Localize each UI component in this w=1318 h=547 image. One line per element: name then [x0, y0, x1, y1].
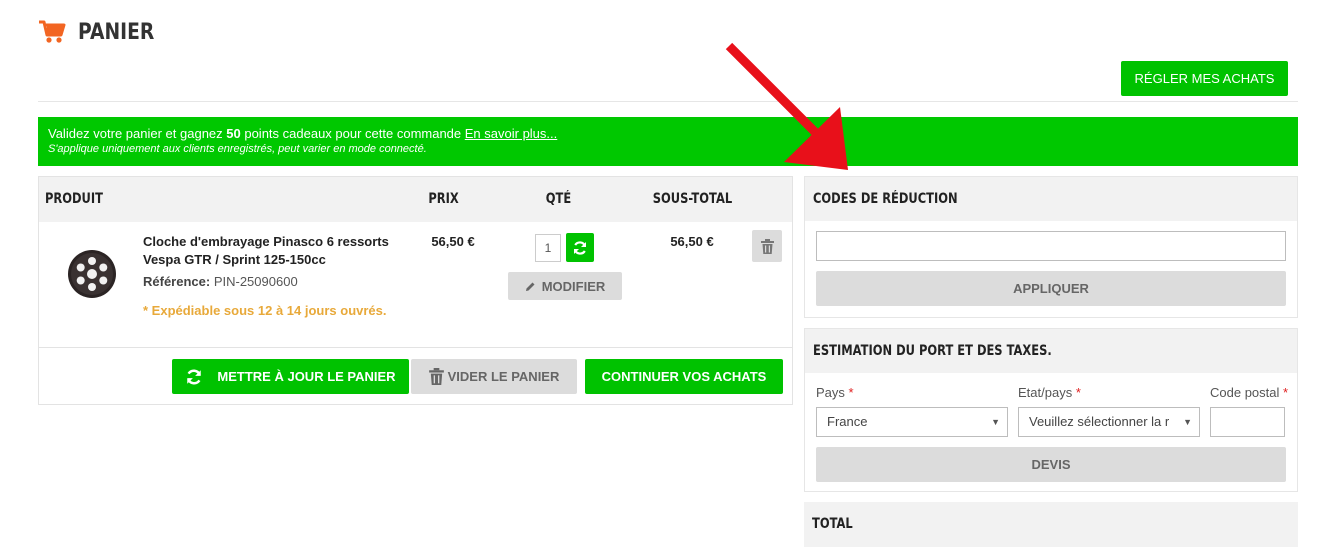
promo-note: S'applique uniquement aux clients enregi… — [48, 143, 427, 155]
required-mark: * — [1283, 385, 1289, 400]
remove-item-button[interactable] — [752, 230, 782, 262]
region-select[interactable]: Veuillez sélectionner la r ▼ — [1018, 407, 1200, 437]
qty-refresh-button[interactable] — [566, 233, 594, 262]
col-qty: QTÉ — [546, 191, 572, 207]
product-reference: Référence: PIN-25090600 — [143, 274, 298, 289]
country-label: Pays * — [816, 385, 854, 400]
required-mark: * — [1075, 385, 1081, 400]
refresh-icon — [573, 240, 587, 255]
trash-icon — [760, 238, 774, 254]
reference-label: Référence: — [143, 274, 211, 289]
promo-banner: Validez votre panier et gagnez 50 points… — [38, 117, 1298, 166]
checkout-button[interactable]: RÉGLER MES ACHATS — [1121, 61, 1288, 96]
line-subtotal: 56,50 € — [670, 234, 714, 249]
page-title: PANIER — [78, 19, 155, 45]
page-header: PANIER — [38, 16, 168, 48]
modify-button[interactable]: MODIFIER — [508, 272, 622, 300]
reference-value: PIN-25090600 — [213, 274, 298, 289]
promo-text: Validez votre panier et gagnez — [48, 126, 227, 141]
required-mark: * — [848, 385, 854, 400]
apply-coupon-button[interactable]: APPLIQUER — [816, 271, 1286, 306]
pencil-icon — [525, 282, 535, 291]
zip-label: Code postal * — [1210, 385, 1289, 400]
region-label: Etat/pays * — [1018, 385, 1081, 400]
modify-label: MODIFIER — [541, 278, 606, 294]
promo-text-after: points cadeaux pour cette commande — [240, 126, 465, 141]
divider — [38, 101, 1298, 102]
learn-more-link[interactable]: En savoir plus... — [465, 126, 558, 141]
product-name[interactable]: Cloche d'embrayage Pinasco 6 ressorts Ve… — [143, 233, 413, 269]
cart-table: PRODUIT PRIX QTÉ SOUS-TOTAL Cloche d'emb… — [38, 176, 793, 405]
country-select[interactable]: France ▼ — [816, 407, 1008, 437]
product-thumbnail[interactable] — [59, 241, 125, 307]
cart-header: PRODUIT PRIX QTÉ SOUS-TOTAL — [39, 177, 792, 222]
unit-price: 56,50 € — [431, 234, 475, 249]
divider — [39, 347, 792, 348]
col-price: PRIX — [428, 191, 460, 207]
coupon-panel: CODES DE RÉDUCTION APPLIQUER — [804, 176, 1298, 318]
cart-icon — [39, 20, 66, 43]
col-subtotal: SOUS-TOTAL — [652, 191, 732, 207]
region-value: Veuillez sélectionner la r — [1029, 414, 1170, 429]
empty-cart-button[interactable]: VIDER LE PANIER — [411, 359, 577, 394]
shipping-title: ESTIMATION DU PORT ET DES TAXES. — [805, 329, 1297, 373]
coupon-code-input[interactable] — [816, 231, 1286, 261]
quantity-input[interactable]: 1 — [535, 234, 561, 262]
totals-title: TOTAL — [804, 502, 1298, 547]
dropdown-caret-icon: ▼ — [991, 417, 1000, 427]
col-product: PRODUIT — [45, 191, 103, 207]
zip-code-input[interactable] — [1210, 407, 1285, 437]
empty-cart-label: VIDER LE PANIER — [447, 369, 560, 384]
continue-shopping-button[interactable]: CONTINUER VOS ACHATS — [585, 359, 783, 394]
shipping-delay-note: * Expédiable sous 12 à 14 jours ouvrés. — [143, 303, 387, 318]
dropdown-caret-icon: ▼ — [1181, 408, 1192, 436]
get-quote-button[interactable]: DEVIS — [816, 447, 1286, 482]
totals-panel: TOTAL — [804, 502, 1298, 547]
trash-icon — [428, 368, 444, 385]
promo-line: Validez votre panier et gagnez 50 points… — [48, 125, 1288, 142]
promo-points: 50 — [226, 126, 241, 141]
update-cart-label: METTRE À JOUR LE PANIER — [217, 369, 396, 384]
refresh-icon — [187, 369, 202, 384]
coupon-title: CODES DE RÉDUCTION — [805, 177, 1297, 221]
shipping-estimate-panel: ESTIMATION DU PORT ET DES TAXES. Pays * … — [804, 328, 1298, 492]
country-value: France — [827, 414, 868, 429]
update-cart-button[interactable]: METTRE À JOUR LE PANIER — [172, 359, 409, 394]
